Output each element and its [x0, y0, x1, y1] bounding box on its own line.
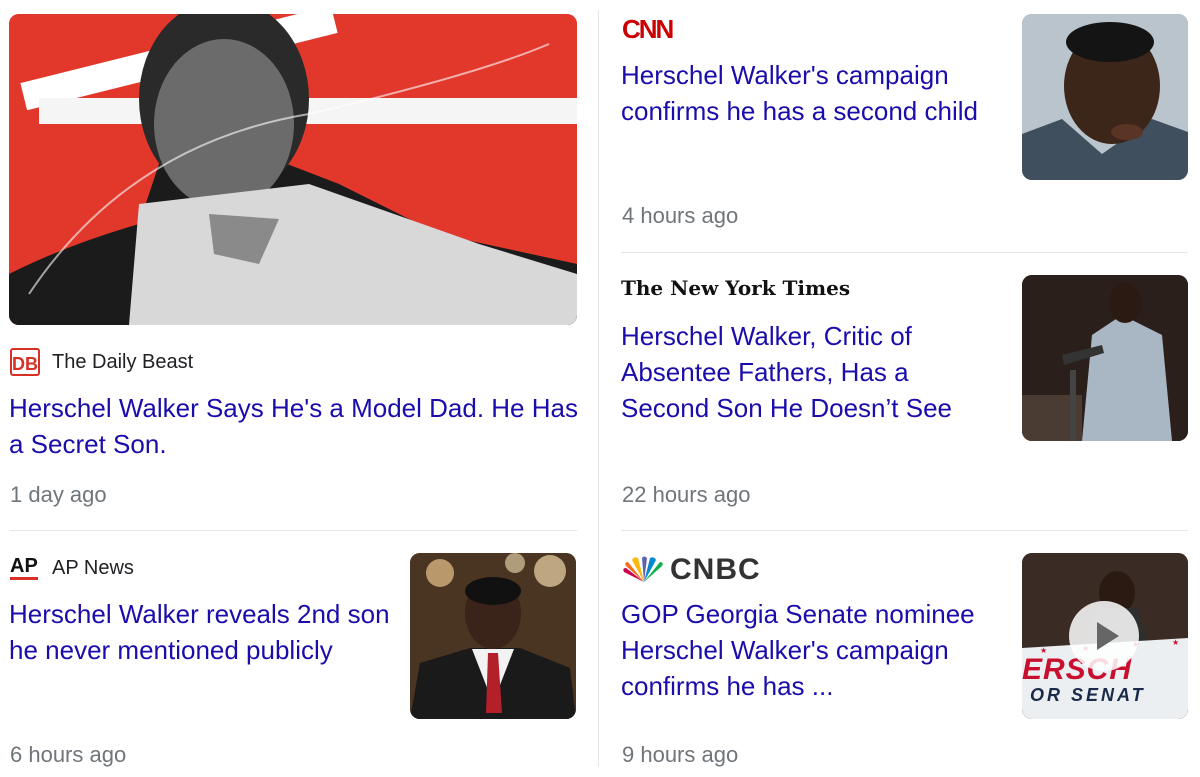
story-image[interactable]: [410, 553, 576, 719]
column-divider: [598, 10, 599, 767]
nyt-logo-icon: The New York Times: [621, 276, 851, 300]
portrait-photo: [1022, 14, 1188, 180]
daily-beast-logo-icon: DB: [10, 348, 40, 376]
story-headline[interactable]: GOP Georgia Senate nominee Herschel Walk…: [621, 596, 1006, 704]
story-image[interactable]: [1022, 275, 1188, 441]
story-separator: [621, 530, 1188, 531]
ap-logo-underline: [10, 577, 38, 580]
story-headline[interactable]: Herschel Walker Says He's a Model Dad. H…: [9, 390, 589, 462]
story-image[interactable]: [9, 14, 577, 325]
story-separator: [9, 530, 577, 531]
svg-text:★: ★: [1172, 638, 1179, 647]
story-video-thumbnail[interactable]: ★ ★ ★ ★ ERSCH OR SENAT: [1022, 553, 1188, 719]
story-headline[interactable]: Herschel Walker, Critic of Absentee Fath…: [621, 318, 1001, 426]
story-timestamp: 4 hours ago: [622, 203, 739, 228]
photo-illustration: [9, 14, 577, 325]
story-timestamp: 9 hours ago: [622, 742, 739, 767]
story-headline[interactable]: Herschel Walker reveals 2nd son he never…: [9, 596, 399, 668]
story-headline[interactable]: Herschel Walker's campaign confirms he h…: [621, 57, 1001, 129]
source-name: The Daily Beast: [52, 351, 194, 373]
story-image[interactable]: [1022, 14, 1188, 180]
portrait-photo: [410, 553, 576, 719]
video-banner-subtext: OR SENAT: [1030, 685, 1146, 705]
story-timestamp: 1 day ago: [10, 482, 107, 507]
ap-logo-icon: AP: [10, 555, 38, 577]
speaker-photo: [1022, 275, 1188, 441]
cnn-logo-icon: CNN: [622, 14, 674, 44]
play-icon[interactable]: [1069, 601, 1139, 671]
story-separator: [621, 252, 1188, 253]
story-timestamp: 6 hours ago: [10, 742, 127, 767]
cnbc-peacock-icon: [623, 556, 663, 582]
cnbc-logo-text: CNBC: [670, 553, 761, 586]
story-timestamp: 22 hours ago: [622, 482, 751, 507]
source-name: AP News: [52, 557, 134, 579]
